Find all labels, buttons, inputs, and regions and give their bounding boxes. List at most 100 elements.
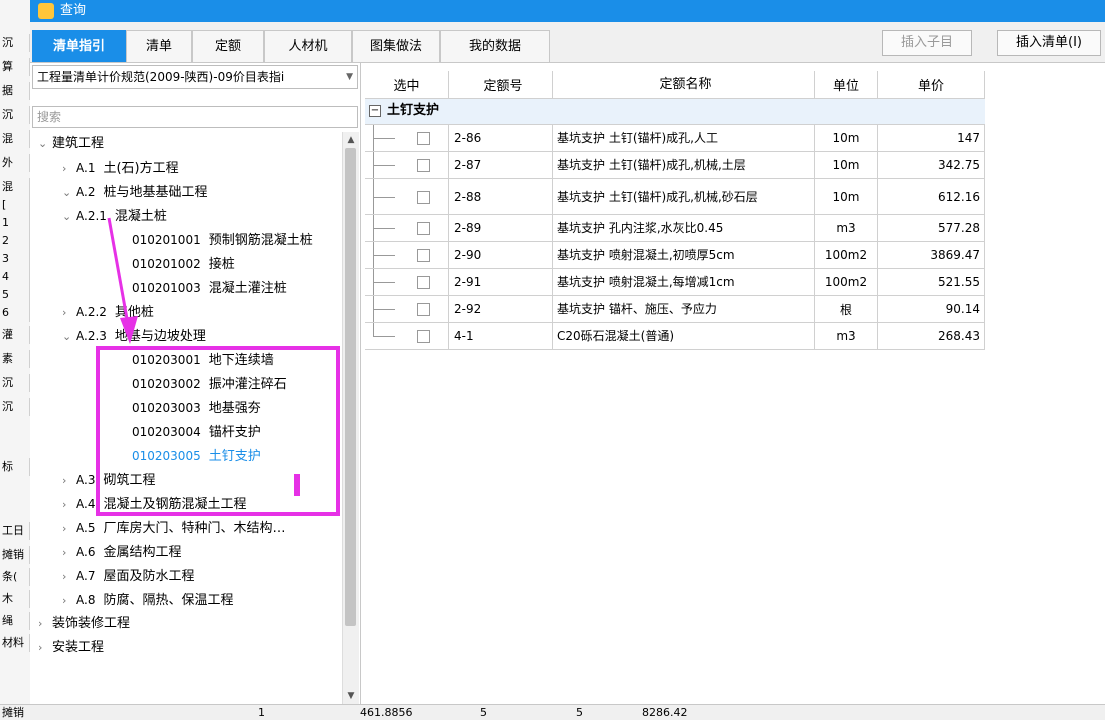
background-fragment: 沉 — [0, 106, 30, 124]
tree-node[interactable]: › 安装工程 — [38, 636, 104, 660]
chevron-right-icon[interactable]: › — [38, 636, 52, 660]
column-header[interactable]: 选中 — [365, 71, 449, 98]
column-header[interactable]: 定额号 — [449, 71, 553, 98]
chevron-right-icon[interactable]: › — [62, 493, 76, 517]
table-row[interactable]: 2-92 基坑支护 锚杆、施压、予应力根 90.14 — [365, 296, 985, 323]
search-input[interactable]: 搜索 — [32, 106, 358, 128]
tree-line — [373, 255, 395, 256]
table-row[interactable]: 2-90 基坑支护 喷射混凝土,初喷厚5cm 100m2 3869.47 — [365, 242, 985, 269]
tree-node-code: A.1 — [76, 161, 96, 175]
chevron-right-icon[interactable]: › — [62, 469, 76, 493]
tab-my-data[interactable]: 我的数据 — [440, 30, 550, 62]
tree-node[interactable]: ⌄ A.2 桩与地基基础工程 — [62, 180, 207, 204]
tree-node[interactable]: ⌄ 建筑工程 — [38, 132, 104, 156]
background-fragment: 5 — [0, 286, 30, 304]
tree-node-code: A.2.3 — [76, 329, 107, 343]
table-row[interactable]: 2-88 基坑支护 土钉(锚杆)成孔,机械,砂石层 10m 612.16 — [365, 179, 985, 215]
table-row[interactable]: 4-1 C20砾石混凝土(普通) m3 268.43 — [365, 323, 985, 350]
tab-quota[interactable]: 定额 — [192, 30, 264, 62]
background-fragment: 6 — [0, 304, 30, 322]
row-checkbox[interactable] — [417, 330, 430, 343]
column-header[interactable]: 定额名称 — [553, 71, 815, 98]
select-cell — [365, 152, 449, 178]
background-fragment: 混 — [0, 178, 30, 196]
chevron-down-icon[interactable]: ⌄ — [62, 325, 76, 349]
background-cell: 5 — [576, 706, 583, 719]
tab-list[interactable]: 清单 — [126, 30, 192, 62]
background-app-strip: 沉算据沉混外混[1 2 3 4 5 6 灌素沉沉标工日 摊销 条(木绳材料 — [0, 0, 31, 719]
quota-code-cell: 2-86 — [449, 125, 553, 151]
tree-node-code: A.6 — [76, 545, 96, 559]
row-checkbox[interactable] — [417, 222, 430, 235]
tree-node[interactable]: › A.7 屋面及防水工程 — [62, 564, 194, 588]
quota-code-cell: 2-92 — [449, 296, 553, 322]
tree-node[interactable]: 010201003 混凝土灌注桩 — [132, 276, 287, 300]
tree-node-label: 金属结构工程 — [103, 545, 182, 560]
unit-cell: 10m — [815, 125, 878, 151]
tree-node-code: A.2.1 — [76, 209, 107, 223]
chevron-down-icon[interactable]: ⌄ — [38, 132, 52, 156]
quota-name-cell: C20砾石混凝土(普通) — [553, 323, 815, 349]
table-header: 选中 定额号 定额名称 单位 单价 — [365, 71, 985, 99]
row-checkbox[interactable] — [417, 249, 430, 262]
tree-node-code: A.4 — [76, 497, 96, 511]
chevron-right-icon[interactable]: › — [62, 157, 76, 181]
chevron-down-icon[interactable]: ⌄ — [62, 205, 76, 229]
insert-list-button[interactable]: 插入清单(I) — [997, 30, 1101, 56]
row-checkbox[interactable] — [417, 276, 430, 289]
tree-node[interactable]: › A.1 土(石)方工程 — [62, 156, 179, 180]
collapse-icon[interactable]: − — [369, 105, 381, 117]
tree-line — [373, 197, 395, 198]
tree-node[interactable]: › A.5 厂库房大门、特种门、木结构… — [62, 516, 285, 540]
insert-child-button[interactable]: 插入子目 — [882, 30, 972, 56]
group-row[interactable]: − 土钉支护 — [365, 99, 985, 125]
tree-node-code: A.8 — [76, 593, 96, 607]
scroll-down-icon[interactable]: ▼ — [343, 688, 359, 704]
tree-node[interactable]: 010201002 接桩 — [132, 252, 235, 276]
chevron-right-icon[interactable]: › — [62, 541, 76, 565]
background-fragment: 工日 — [0, 522, 30, 540]
table-row[interactable]: 2-87 基坑支护 土钉(锚杆)成孔,机械,土层 10m 342.75 — [365, 152, 985, 179]
dialog-title: 查询 — [60, 3, 87, 18]
quota-name-cell: 基坑支护 喷射混凝土,初喷厚5cm — [553, 242, 815, 268]
spec-select[interactable]: 工程量清单计价规范(2009-陕西)-09价目表指i ▼ — [32, 65, 358, 89]
tree-node-label: 土(石)方工程 — [103, 161, 179, 176]
scroll-up-icon[interactable]: ▲ — [343, 132, 359, 148]
table-row[interactable]: 2-91 基坑支护 喷射混凝土,每增减1cm 100m2 521.55 — [365, 269, 985, 296]
background-fragment: 据 — [0, 82, 30, 100]
tab-atlas-practice[interactable]: 图集做法 — [352, 30, 440, 62]
tree-node[interactable]: ⌄ A.2.3 地基与边坡处理 — [62, 324, 206, 348]
tree-node[interactable]: › A.6 金属结构工程 — [62, 540, 181, 564]
tree-node[interactable]: 010201001 预制钢筋混凝土桩 — [132, 228, 313, 252]
price-cell: 147 — [878, 125, 985, 151]
chevron-down-icon[interactable]: ⌄ — [62, 181, 76, 205]
tab-list-guide[interactable]: 清单指引 — [32, 30, 126, 62]
tree-node-label: 安装工程 — [52, 640, 105, 655]
chevron-right-icon[interactable]: › — [62, 565, 76, 589]
chevron-right-icon[interactable]: › — [62, 517, 76, 541]
tree-node[interactable]: › 装饰装修工程 — [38, 612, 130, 636]
chevron-right-icon[interactable]: › — [38, 612, 52, 636]
table-row[interactable]: 2-86 基坑支护 土钉(锚杆)成孔,人工 10m 147 — [365, 125, 985, 152]
tab-labor-material-machine[interactable]: 人材机 — [264, 30, 352, 62]
row-checkbox[interactable] — [417, 191, 430, 204]
unit-cell: 100m2 — [815, 242, 878, 268]
column-header[interactable]: 单价 — [878, 71, 985, 98]
chevron-right-icon[interactable]: › — [62, 301, 76, 325]
column-header[interactable]: 单位 — [815, 71, 878, 98]
chevron-right-icon[interactable]: › — [62, 589, 76, 613]
row-checkbox[interactable] — [417, 303, 430, 316]
row-checkbox[interactable] — [417, 132, 430, 145]
scroll-thumb[interactable] — [345, 148, 356, 626]
tree-node[interactable]: › A.2.2 其他桩 — [62, 300, 154, 324]
tree-node[interactable]: › A.8 防腐、隔热、保温工程 — [62, 588, 233, 612]
tree-node[interactable]: ⌄ A.2.1 混凝土桩 — [62, 204, 167, 228]
background-fragment: 素 — [0, 350, 30, 368]
tree-line — [373, 309, 395, 310]
background-fragment: 算 — [0, 58, 30, 76]
table-row[interactable]: 2-89 基坑支护 孔内注浆,水灰比0.45 m3 577.28 — [365, 215, 985, 242]
price-cell: 3869.47 — [878, 242, 985, 268]
tree-scrollbar[interactable]: ▲ ▼ — [342, 132, 359, 704]
row-checkbox[interactable] — [417, 159, 430, 172]
background-fragment: 绳 — [0, 612, 30, 630]
